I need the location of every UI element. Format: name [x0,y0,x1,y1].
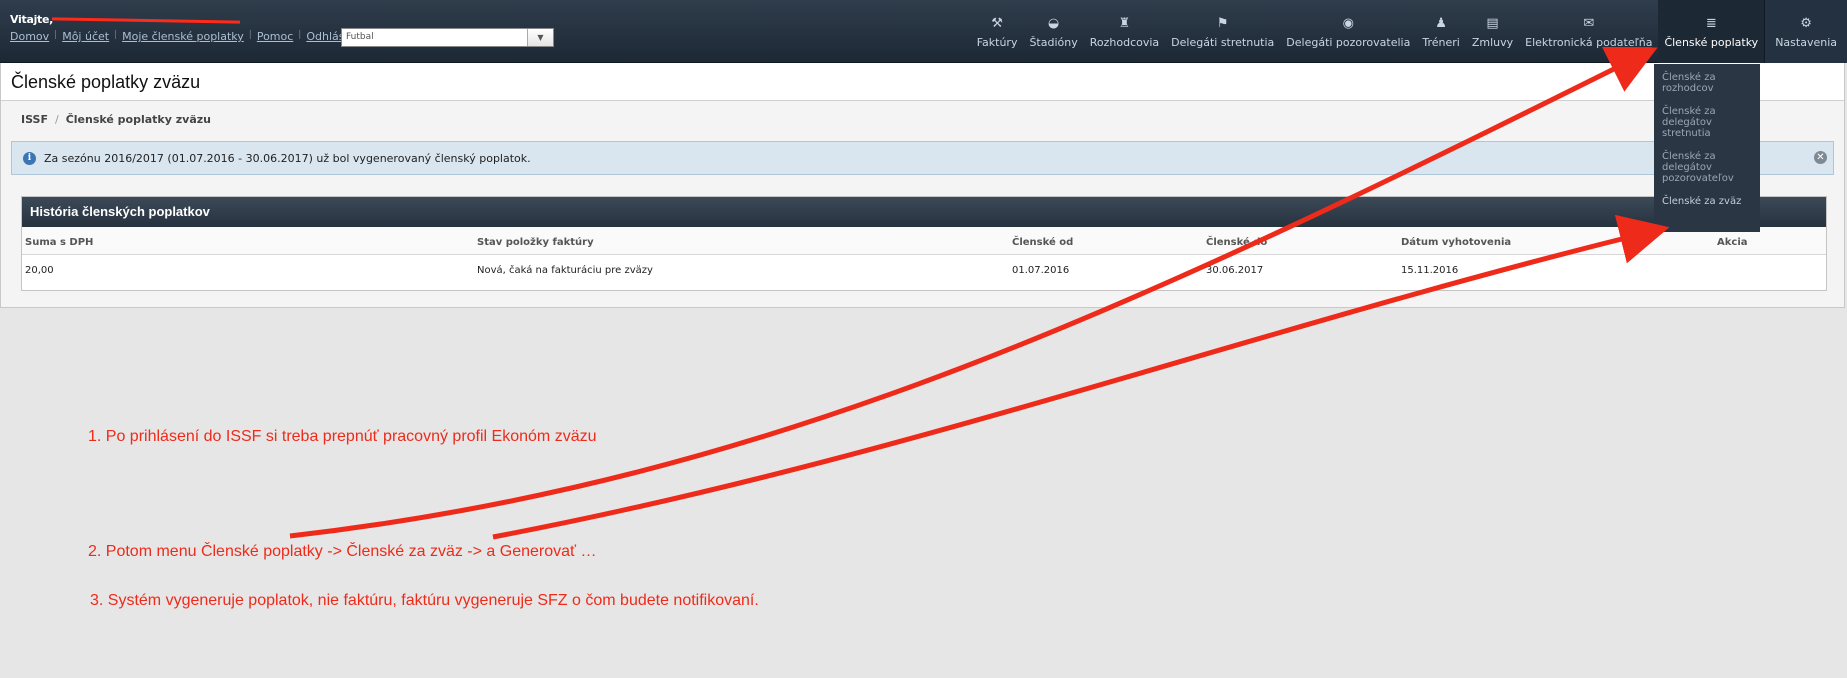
annotation-step-3: 3. Systém vygeneruje poplatok, nie faktú… [90,592,759,609]
arrow-to-fees-menu [289,46,1658,539]
annotation-step-2: 2. Potom menu Členské poplatky -> Člensk… [88,543,597,560]
annotation-step-1: 1. Po prihlásení do ISSF si treba prepnú… [88,428,597,445]
annotation-arrows [289,46,1670,540]
arrow-to-union-fees [492,214,1670,540]
